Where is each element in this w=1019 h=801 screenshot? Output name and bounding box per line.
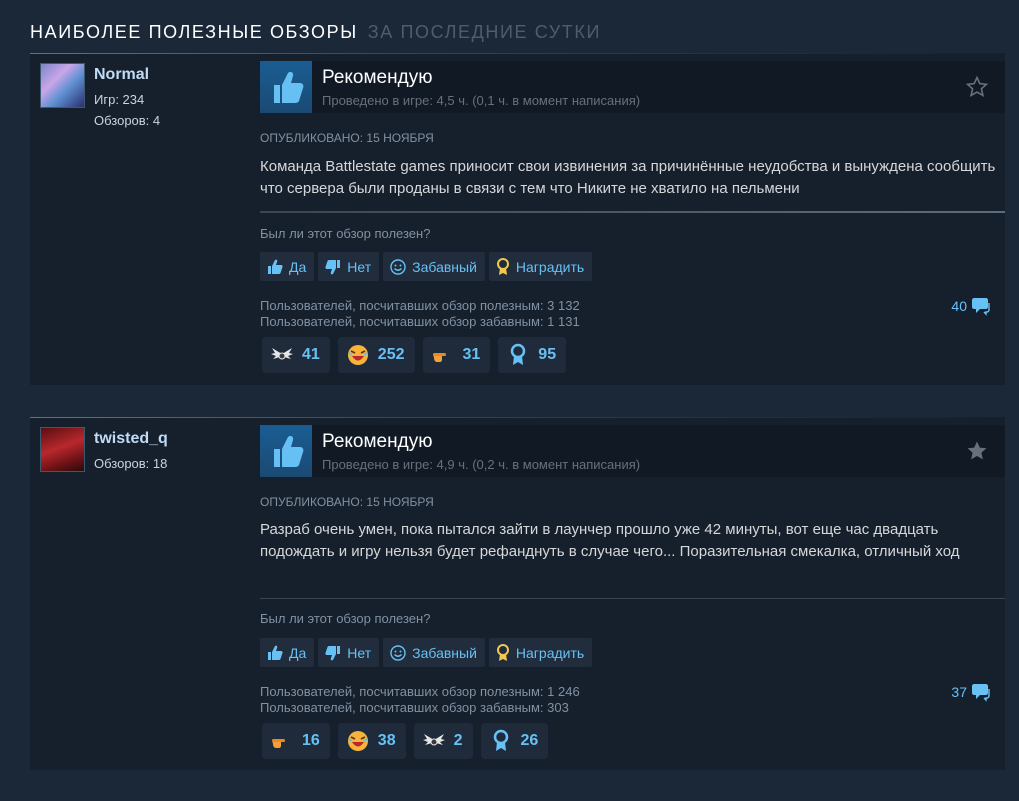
award-count: 2 [453,732,463,749]
star-filled-icon[interactable] [965,439,989,463]
vote-funny-label: Забавный [412,644,477,661]
awards-row: 41 252 31 95 [262,337,567,373]
posted-date: Опубликовано: 15 ноября [260,495,434,509]
comments-count: 40 [951,298,967,314]
vote-no-label: Нет [347,258,372,275]
funny-count: Пользователей, посчитавших обзор забавны… [260,314,580,329]
helpful-question: Был ли этот обзор полезен? [260,611,431,626]
award-pointing-hand[interactable]: 31 [422,337,491,373]
smiley-icon [390,644,406,661]
comment-bubble-icon [972,684,990,702]
award-pointing-hand[interactable]: 16 [262,723,330,759]
awards-row: 16 38 2 26 [262,723,549,759]
wings-icon [270,343,294,367]
recommendation-title: Рекомендую [322,431,433,452]
award-ribbon-icon [496,257,509,275]
award-count: 95 [538,346,557,363]
pointing-hand-icon [270,729,294,753]
thumbs-down-icon [325,259,341,274]
review-card: Normal Игр: 234 Обзоров: 4 Рекомендую Пр… [30,53,1005,385]
award-medal[interactable]: 26 [480,723,549,759]
thumbs-up-icon [268,259,283,274]
vote-yes-button[interactable]: Да [260,252,315,281]
comments-link[interactable]: 40 [951,296,991,316]
review-text: Разраб очень умен, пока пытался зайти в … [260,521,960,560]
award-laughing[interactable]: 252 [337,337,415,373]
laughing-face-icon [346,729,370,753]
avatar[interactable] [40,427,85,472]
helpful-count: Пользователей, посчитавших обзор полезны… [260,298,580,313]
vote-yes-button[interactable]: Да [260,638,315,667]
award-button[interactable]: Наградить [488,638,593,667]
award-count: 41 [302,346,320,363]
medal-icon [489,729,513,753]
review-header[interactable]: Рекомендую Проведено в игре: 4,9 ч. (0,2… [260,425,1005,477]
divider [260,598,1005,599]
avatar[interactable] [40,63,85,108]
vote-yes-label: Да [289,644,307,661]
comments-link[interactable]: 37 [951,682,991,702]
award-label: Наградить [515,258,585,275]
thumbs-down-icon [325,645,341,660]
helpful-count: Пользователей, посчитавших обзор полезны… [260,684,580,699]
laughing-face-icon [346,343,370,367]
helpful-question: Был ли этот обзор полезен? [260,226,431,241]
vote-no-label: Нет [347,644,372,661]
section-header: Наиболее полезные обзоры за последние сут… [30,22,601,43]
thumbs-up-icon [268,645,283,660]
playtime: Проведено в игре: 4,9 ч. (0,2 ч. в момен… [322,457,641,472]
vote-yes-label: Да [289,258,307,275]
award-wings[interactable]: 41 [262,337,330,373]
award-label: Наградить [515,644,585,661]
review-text: Команда Battlestate games приносит свои … [260,158,996,197]
comments-count: 37 [951,684,967,700]
star-outline-icon[interactable] [965,75,989,99]
author-reviews-count[interactable]: Обзоров: 18 [94,456,167,471]
section-title: Наиболее полезные обзоры [30,22,358,42]
vote-funny-button[interactable]: Забавный [383,638,485,667]
award-medal[interactable]: 95 [498,337,567,373]
review-counts: Пользователей, посчитавших обзор полезны… [260,298,580,330]
thumbs-up-icon [260,425,312,477]
author-name[interactable]: twisted_q [94,430,168,448]
section-subtitle: за последние сутки [367,22,602,42]
funny-count: Пользователей, посчитавших обзор забавны… [260,700,569,715]
author-name[interactable]: Normal [94,66,149,84]
award-count: 252 [377,346,405,363]
thumbs-up-icon [260,61,312,113]
author-reviews-count[interactable]: Обзоров: 4 [94,113,160,128]
award-wings[interactable]: 2 [413,723,473,759]
review-card: twisted_q Обзоров: 18 Рекомендую Проведе… [30,417,1005,770]
review-counts: Пользователей, посчитавших обзор полезны… [260,684,580,716]
vote-funny-label: Забавный [412,258,477,275]
author-games-count[interactable]: Игр: 234 [94,92,144,107]
award-count: 38 [377,732,396,749]
award-count: 31 [462,346,481,363]
award-button[interactable]: Наградить [488,252,593,281]
divider [260,211,1005,213]
playtime: Проведено в игре: 4,5 ч. (0,1 ч. в момен… [322,93,641,108]
recommendation-title: Рекомендую [322,67,433,88]
vote-buttons: Да Нет Забавный Наградить [260,252,593,281]
award-laughing[interactable]: 38 [337,723,406,759]
comment-bubble-icon [972,298,990,316]
smiley-icon [390,258,406,275]
posted-date: Опубликовано: 15 ноября [260,131,434,145]
award-count: 26 [520,732,539,749]
vote-buttons: Да Нет Забавный Наградить [260,638,593,667]
vote-no-button[interactable]: Нет [318,252,380,281]
pointing-hand-icon [431,343,455,367]
wings-icon [422,729,446,753]
vote-no-button[interactable]: Нет [318,638,380,667]
vote-funny-button[interactable]: Забавный [383,252,485,281]
award-count: 16 [302,732,320,749]
review-header[interactable]: Рекомендую Проведено в игре: 4,5 ч. (0,1… [260,61,1005,113]
medal-icon [506,343,530,367]
award-ribbon-icon [496,643,509,661]
